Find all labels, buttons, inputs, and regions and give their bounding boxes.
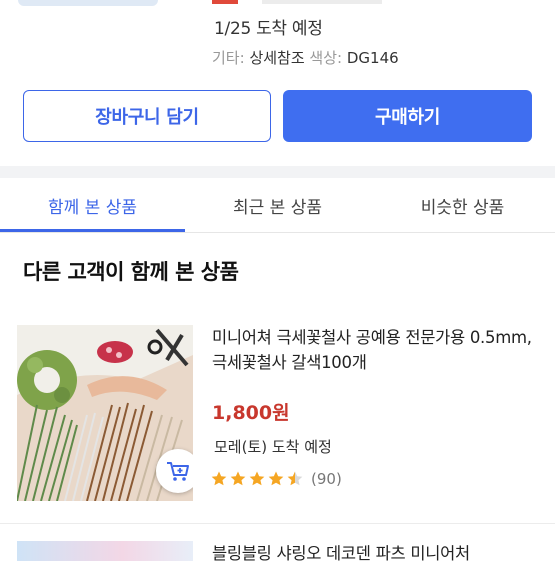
order-summary-card: 1/25 도착 예정 기타: 상세참조 색상: DG146 장바구니 담기 구매…	[0, 0, 555, 166]
next-product-image[interactable]	[17, 541, 193, 561]
product-divider	[0, 523, 555, 524]
color-value: DG146	[346, 49, 399, 67]
option-value: 상세참조	[249, 49, 305, 67]
quick-add-cart-button[interactable]	[156, 449, 193, 493]
option-info: 기타: 상세참조 색상: DG146	[212, 47, 399, 68]
star-icon	[248, 470, 266, 488]
active-tab-indicator	[0, 229, 185, 232]
section-divider	[0, 166, 555, 178]
product-image[interactable]	[17, 325, 193, 501]
option-label: 기타:	[212, 49, 250, 67]
tab-viewed-together[interactable]: 함께 본 상품	[0, 178, 185, 232]
price-text-partial	[262, 0, 382, 4]
rating: (90)	[210, 468, 342, 490]
arrival-date: 1/25 도착 예정	[214, 19, 323, 39]
buy-now-button[interactable]: 구매하기	[283, 90, 532, 142]
tab-recently-viewed[interactable]: 최근 본 상품	[185, 178, 370, 232]
tab-similar[interactable]: 비슷한 상품	[370, 178, 555, 232]
product-name[interactable]: 미니어쳐 극세꽃철사 공예용 전문가용 0.5mm, 극세꽃철사 갈색100개	[212, 325, 532, 375]
review-count[interactable]: (90)	[311, 470, 342, 488]
delivery-estimate: 모레(토) 도착 예정	[214, 438, 332, 456]
star-icon	[267, 470, 285, 488]
price-accent	[212, 0, 238, 4]
product-card[interactable]: 미니어쳐 극세꽃철사 공예용 전문가용 0.5mm, 극세꽃철사 갈색100개 …	[0, 322, 555, 512]
product-thumbnail	[18, 0, 158, 6]
product-price: 1,800원	[212, 402, 290, 424]
star-half-icon	[286, 470, 304, 488]
recommendation-tabs: 함께 본 상품 최근 본 상품 비슷한 상품	[0, 178, 555, 233]
star-icon	[229, 470, 247, 488]
star-icon	[210, 470, 228, 488]
section-title: 다른 고객이 함께 본 상품	[23, 260, 239, 284]
next-product-name[interactable]: 블링블링 샤링오 데코덴 파츠 미니어처	[212, 540, 470, 564]
cart-plus-icon	[167, 462, 189, 481]
color-label: 색상:	[309, 49, 347, 67]
add-to-cart-button[interactable]: 장바구니 담기	[23, 90, 271, 142]
